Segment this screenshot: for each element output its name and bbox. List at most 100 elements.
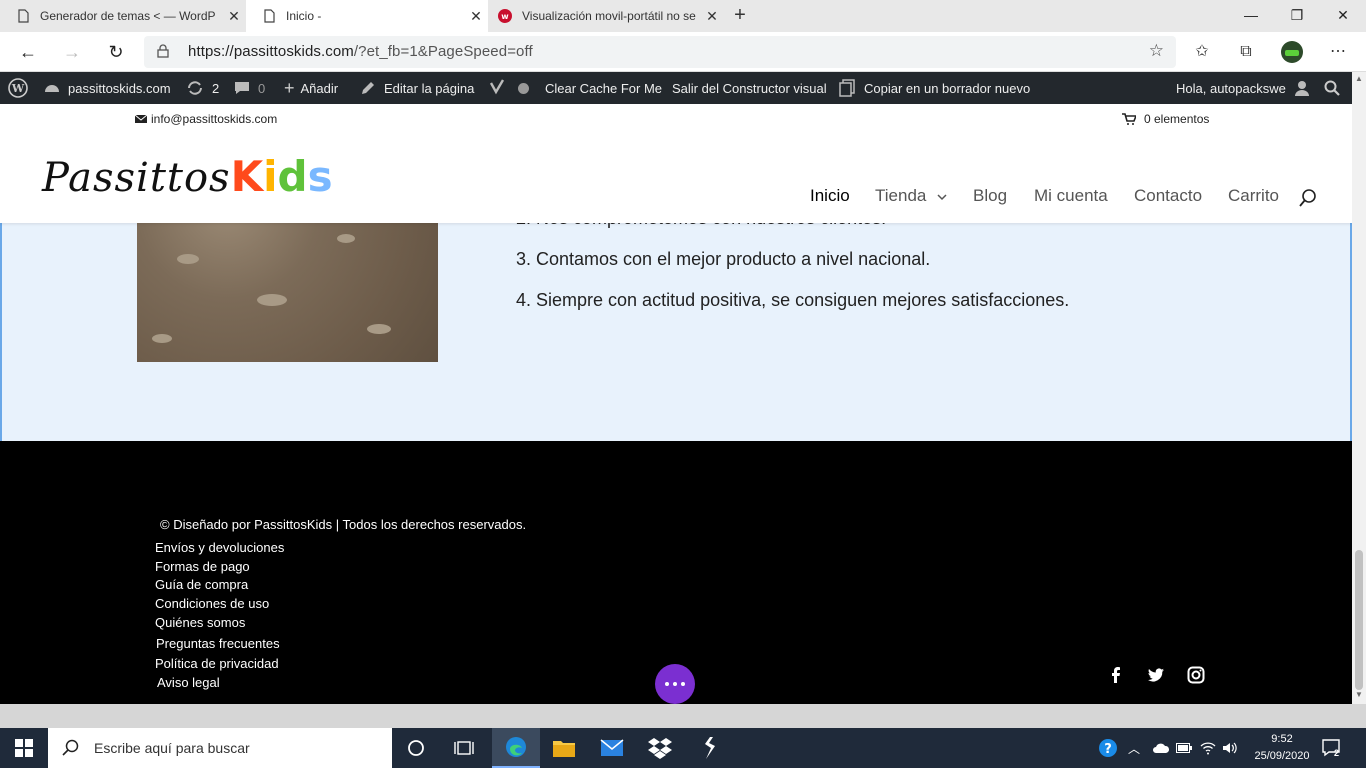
yoast-seo-icon[interactable] (488, 72, 514, 104)
edge-browser-icon[interactable] (492, 728, 540, 768)
windows-taskbar: Escribe aquí para buscar ? ︿ 9:52 25/09/… (0, 728, 1366, 768)
twitter-icon[interactable] (1146, 665, 1166, 685)
notification-center-icon[interactable]: 2 (1322, 728, 1342, 768)
comments-count: 0 (258, 80, 266, 96)
footer-link[interactable]: Política de privacidad (155, 656, 279, 671)
dot-icon (681, 682, 685, 686)
nav-tienda[interactable]: Tienda (875, 186, 947, 206)
maximize-button[interactable]: ❐ (1274, 0, 1320, 32)
onedrive-icon[interactable] (1152, 728, 1170, 768)
admin-updates[interactable]: 2 (186, 72, 219, 104)
footer-link[interactable]: Aviso legal (157, 675, 220, 690)
taskbar-clock[interactable]: 9:52 25/09/2020 (1244, 731, 1320, 765)
copy-draft-label: Copiar en un borrador nuevo (864, 80, 1031, 96)
exit-builder-link[interactable]: Salir del Constructor visual (672, 72, 827, 104)
header-cart[interactable]: 0 elementos (1122, 112, 1209, 126)
dropbox-icon[interactable] (636, 728, 684, 768)
clear-cache-link[interactable]: Clear Cache For Me (545, 72, 662, 104)
admin-comments[interactable]: 0 (234, 72, 265, 104)
tab-visualizacion[interactable]: w Visualización movil-portátil no se ✕ (488, 0, 724, 32)
copy-icon (839, 79, 855, 97)
admin-search-icon[interactable] (1324, 72, 1348, 104)
instagram-icon[interactable] (1186, 665, 1206, 685)
footer-link[interactable]: Guía de compra (155, 577, 248, 592)
address-bar[interactable]: https://passittoskids.com/?et_fb=1&PageS… (144, 36, 1176, 68)
edit-label: Editar la página (384, 80, 475, 96)
admin-add-new[interactable]: + Añadir (284, 72, 338, 104)
tab-title: Visualización movil-portátil no se (522, 9, 696, 23)
new-tab-button[interactable]: + (728, 4, 752, 28)
exit-builder-label: Salir del Constructor visual (672, 80, 827, 96)
page-icon (18, 9, 29, 23)
minimize-button[interactable]: — (1228, 0, 1274, 32)
nav-mi-cuenta[interactable]: Mi cuenta (1034, 186, 1108, 206)
reload-button[interactable]: ↻ (102, 38, 130, 66)
app-lightning-icon[interactable] (686, 728, 734, 768)
add-label: Añadir (300, 80, 339, 96)
close-icon[interactable]: ✕ (222, 8, 246, 25)
wordpress-logo-icon[interactable]: W (8, 72, 36, 104)
close-window-button[interactable]: ✕ (1320, 0, 1366, 32)
file-explorer-icon[interactable] (540, 728, 588, 768)
tab-title: Inicio - (286, 9, 322, 23)
footer-link[interactable]: Condiciones de uso (155, 596, 269, 611)
close-icon[interactable]: ✕ (464, 8, 488, 25)
list-item: 3. Contamos con el mejor producto a nive… (516, 249, 931, 269)
favorites-icon[interactable]: ✩ (1190, 40, 1214, 64)
admin-edit-page[interactable]: Editar la página (360, 72, 474, 104)
site-logo[interactable]: Passittos K i d s (42, 152, 333, 204)
chevron-up-icon[interactable]: ︿ (1128, 728, 1140, 768)
close-icon[interactable]: ✕ (700, 8, 724, 25)
tab-inicio[interactable]: Inicio - ✕ (246, 0, 488, 32)
windows-start-button[interactable] (0, 728, 48, 768)
copy-draft-link[interactable]: Copiar en un borrador nuevo (838, 72, 1030, 104)
email-text: info@passittoskids.com (151, 112, 278, 126)
url-domain: https://passittoskids.com (188, 43, 354, 60)
forward-button[interactable]: → (58, 38, 86, 66)
battery-icon[interactable] (1176, 728, 1192, 768)
back-button[interactable]: ← (14, 38, 42, 66)
footer-link[interactable]: Preguntas frecuentes (156, 636, 280, 651)
facebook-icon[interactable] (1106, 665, 1126, 685)
nav-carrito[interactable]: Carrito (1228, 186, 1279, 206)
clear-cache-label: Clear Cache For Me (545, 80, 663, 96)
web-page: 2. Nos comprometemos con nuestros client… (0, 104, 1352, 704)
task-view-icon[interactable] (440, 728, 488, 768)
profile-avatar[interactable] (1280, 40, 1304, 64)
nav-inicio[interactable]: Inicio (810, 186, 850, 206)
scroll-thumb[interactable] (1355, 550, 1363, 690)
search-icon[interactable] (1298, 188, 1318, 208)
help-tray-icon[interactable]: ? (1098, 728, 1118, 768)
wp-admin-bar: W passittoskids.com 2 0 + Añadir Editar … (0, 72, 1352, 104)
greeting-label: Hola, autopackswe (1176, 80, 1286, 96)
cortana-icon[interactable] (392, 728, 440, 768)
admin-site-link[interactable]: passittoskids.com (44, 72, 171, 104)
vertical-scrollbar[interactable]: ▲ ▼ (1352, 72, 1366, 704)
dot-icon (665, 682, 669, 686)
site-name: passittoskids.com (68, 80, 171, 96)
my-account-link[interactable]: Hola, autopackswe (1176, 72, 1310, 104)
more-menu-icon[interactable]: ⋯ (1326, 40, 1350, 64)
scroll-down-icon[interactable]: ▼ (1352, 690, 1366, 702)
avatar-icon (1281, 41, 1303, 63)
tab-strip: Generador de temas < — WordP ✕ Inicio - … (0, 0, 1366, 32)
mail-icon[interactable] (588, 728, 636, 768)
builder-menu-button[interactable] (655, 664, 695, 704)
nav-contacto[interactable]: Contacto (1134, 186, 1202, 206)
nav-blog[interactable]: Blog (973, 186, 1007, 206)
volume-icon[interactable] (1222, 728, 1238, 768)
scroll-up-icon[interactable]: ▲ (1352, 74, 1366, 86)
taskbar-search-box[interactable]: Escribe aquí para buscar (48, 728, 392, 768)
collections-icon[interactable]: ⧉ (1234, 40, 1258, 64)
logo-text: Passittos (42, 155, 231, 201)
favorite-star-icon[interactable]: ☆ (1149, 41, 1164, 61)
chevron-down-icon (937, 194, 947, 201)
clock-date: 25/09/2020 (1254, 750, 1310, 762)
tab-theme-generator[interactable]: Generador de temas < — WordP ✕ (0, 0, 246, 32)
footer-link[interactable]: Envíos y devoluciones (155, 540, 284, 555)
notification-count: 2 (1334, 748, 1340, 758)
footer-link[interactable]: Formas de pago (155, 559, 250, 574)
wifi-icon[interactable] (1200, 728, 1216, 768)
header-email[interactable]: info@passittoskids.com (135, 112, 277, 126)
footer-link[interactable]: Quiénes somos (155, 615, 245, 630)
